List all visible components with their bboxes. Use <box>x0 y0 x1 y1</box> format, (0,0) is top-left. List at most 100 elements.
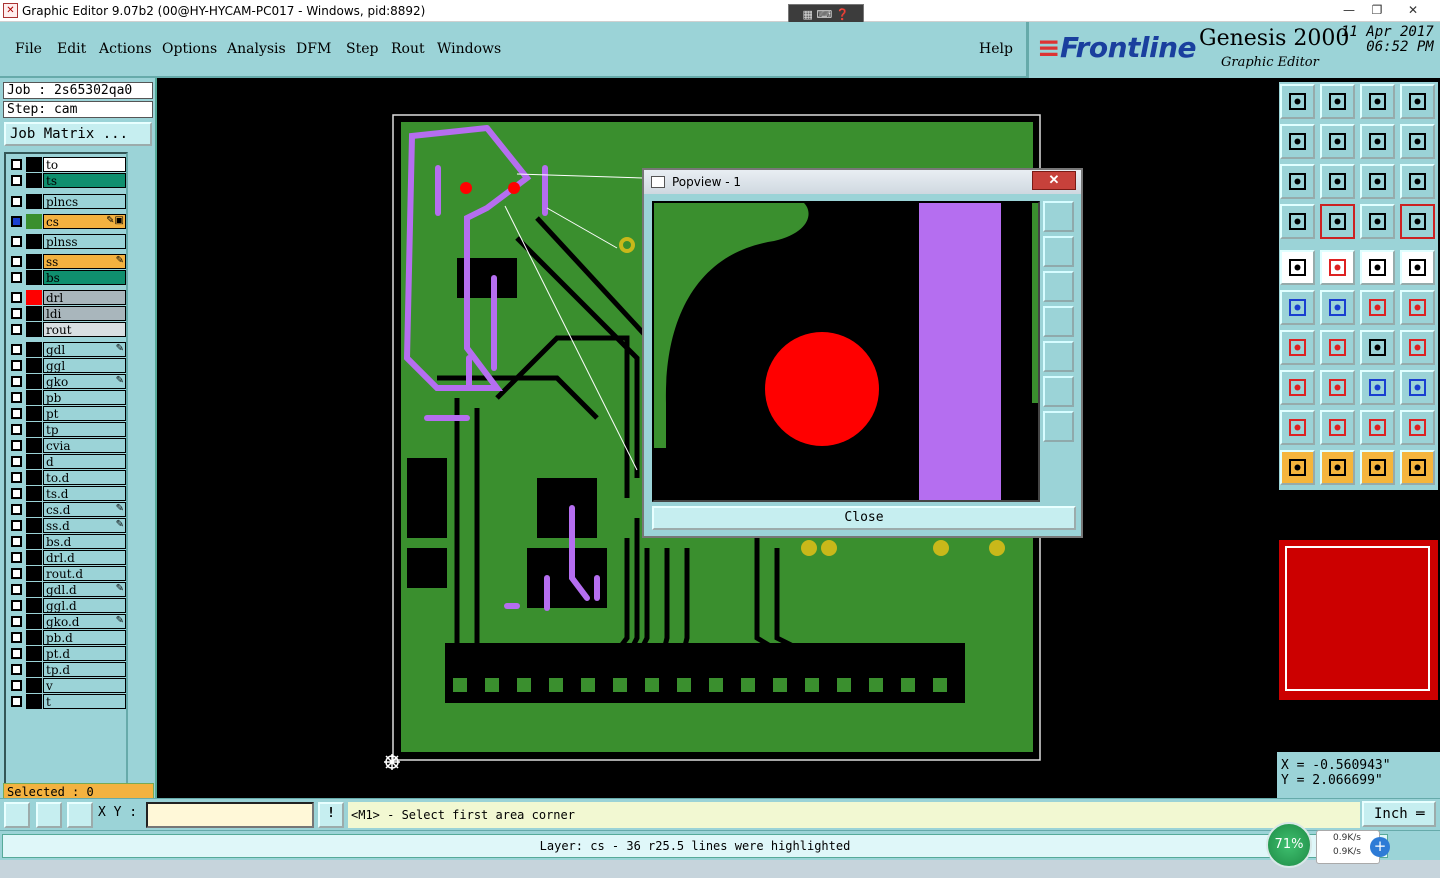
layer-name[interactable]: gdl <box>43 342 126 357</box>
window-icon[interactable] <box>1400 84 1435 119</box>
layer-checkbox[interactable] <box>11 472 22 483</box>
layer-color-swatch[interactable] <box>26 290 42 305</box>
layer-name[interactable]: gko <box>43 374 126 389</box>
layer-color-swatch[interactable] <box>26 157 42 172</box>
layer-color-swatch[interactable] <box>26 322 42 337</box>
popview-center-icon[interactable] <box>1043 411 1074 442</box>
triangle3-icon[interactable] <box>1360 410 1395 445</box>
layer-checkbox[interactable] <box>11 360 22 371</box>
layer-checkbox[interactable] <box>11 504 22 515</box>
layer-checkbox[interactable] <box>11 424 22 435</box>
layer-color-swatch[interactable] <box>26 694 42 709</box>
pad-diag-icon[interactable] <box>1400 290 1435 325</box>
arc-icon[interactable] <box>1360 330 1395 365</box>
layer-color-swatch[interactable] <box>26 374 42 389</box>
layer-row[interactable]: rout.d <box>8 566 126 581</box>
layer-row[interactable]: plnss <box>8 234 126 249</box>
circle-icon[interactable] <box>1400 250 1435 285</box>
layer-row[interactable]: to <box>8 157 126 172</box>
menu-dfm[interactable]: DFM <box>296 41 331 57</box>
layer-name[interactable]: rout.d <box>43 566 126 581</box>
layer-name[interactable]: cs.d <box>43 502 126 517</box>
angle-icon[interactable] <box>1280 330 1315 365</box>
layer-color-swatch[interactable] <box>26 214 42 229</box>
text-f-icon[interactable] <box>1400 330 1435 365</box>
layer-color-swatch[interactable] <box>26 270 42 285</box>
layer-color-swatch[interactable] <box>26 358 42 373</box>
layer-row[interactable]: drl.d <box>8 550 126 565</box>
popview-fit-icon[interactable] <box>1043 376 1074 407</box>
zoom-fit-icon[interactable] <box>1280 164 1315 199</box>
restore-button[interactable]: ❐ <box>1362 0 1392 20</box>
layer-name[interactable]: bs <box>43 270 126 285</box>
layer-row[interactable]: pb <box>8 390 126 405</box>
snap-icon[interactable] <box>1360 204 1395 239</box>
layer-row[interactable]: drl <box>8 290 126 305</box>
layer-checkbox[interactable] <box>11 440 22 451</box>
layer-row[interactable]: ggl <box>8 358 126 373</box>
measure-tool-icon[interactable] <box>36 802 62 828</box>
net-icon[interactable] <box>1280 290 1315 325</box>
layer-color-swatch[interactable] <box>26 582 42 597</box>
layer-name[interactable]: pt.d <box>43 646 126 661</box>
bracket-icon[interactable] <box>1360 370 1395 405</box>
layer-row[interactable]: bs <box>8 270 126 285</box>
layer-color-swatch[interactable] <box>26 234 42 249</box>
layer-name[interactable]: pb.d <box>43 630 126 645</box>
layer-color-swatch[interactable] <box>26 534 42 549</box>
layer-checkbox[interactable] <box>11 196 22 207</box>
layer-row[interactable]: rout <box>8 322 126 337</box>
layer-color-swatch[interactable] <box>26 662 42 677</box>
zoom-area-icon[interactable] <box>4 802 30 828</box>
layer-checkbox[interactable] <box>11 216 22 227</box>
job-matrix-button[interactable]: Job Matrix ... <box>4 122 152 146</box>
layer-row[interactable]: pt <box>8 406 126 421</box>
pan-right-icon[interactable] <box>1320 124 1355 159</box>
layer-row[interactable]: pb.d <box>8 630 126 645</box>
xy-input[interactable] <box>146 802 314 828</box>
layer-checkbox[interactable] <box>11 584 22 595</box>
layer-row[interactable]: t <box>8 694 126 709</box>
pad-line-icon[interactable] <box>1360 290 1395 325</box>
close-window-button[interactable]: ✕ <box>1398 0 1428 20</box>
layer-color-swatch[interactable] <box>26 438 42 453</box>
layer-color-swatch[interactable] <box>26 614 42 629</box>
mirror-icon[interactable] <box>1360 124 1395 159</box>
layer-name[interactable]: pb <box>43 390 126 405</box>
grid-toggle-icon[interactable] <box>67 802 93 828</box>
layer-row[interactable]: cs.d ✎ <box>8 502 126 517</box>
pad-icon[interactable] <box>1280 250 1315 285</box>
layer-row[interactable]: ss ✎ <box>8 254 126 269</box>
layer-row[interactable]: ggl.d <box>8 598 126 613</box>
layer-name[interactable]: bs.d <box>43 534 126 549</box>
snap-red-icon[interactable] <box>1400 204 1435 239</box>
layer-name[interactable]: ss <box>43 254 126 269</box>
layer-row[interactable]: ts.d <box>8 486 126 501</box>
layer-checkbox[interactable] <box>11 520 22 531</box>
menu-help[interactable]: Help <box>979 41 1013 57</box>
home-icon[interactable] <box>1360 84 1395 119</box>
grid-icon[interactable] <box>1320 204 1355 239</box>
layer-checkbox[interactable] <box>11 600 22 611</box>
scale-1-2-icon[interactable] <box>1360 164 1395 199</box>
select-box-icon[interactable] <box>1320 450 1355 485</box>
pan-left-icon[interactable] <box>1280 124 1315 159</box>
info-icon[interactable]: ! <box>318 802 344 828</box>
layer-checkbox[interactable] <box>11 175 22 186</box>
layer-checkbox[interactable] <box>11 456 22 467</box>
layer-name[interactable]: t <box>43 694 126 709</box>
layer-name[interactable]: plncs <box>43 194 126 209</box>
layer-color-swatch[interactable] <box>26 342 42 357</box>
layer-name[interactable]: ts.d <box>43 486 126 501</box>
layer-row[interactable]: to.d <box>8 470 126 485</box>
layer-checkbox[interactable] <box>11 236 22 247</box>
menu-analysis[interactable]: Analysis <box>227 41 286 57</box>
layer-name[interactable]: tp <box>43 422 126 437</box>
layer-checkbox[interactable] <box>11 664 22 675</box>
layer-name[interactable]: drl.d <box>43 550 126 565</box>
menu-rout[interactable]: Rout <box>391 41 425 57</box>
layer-checkbox[interactable] <box>11 648 22 659</box>
menu-edit[interactable]: Edit <box>57 41 86 57</box>
popview-up-icon[interactable] <box>1043 236 1074 267</box>
layer-name[interactable]: to.d <box>43 470 126 485</box>
